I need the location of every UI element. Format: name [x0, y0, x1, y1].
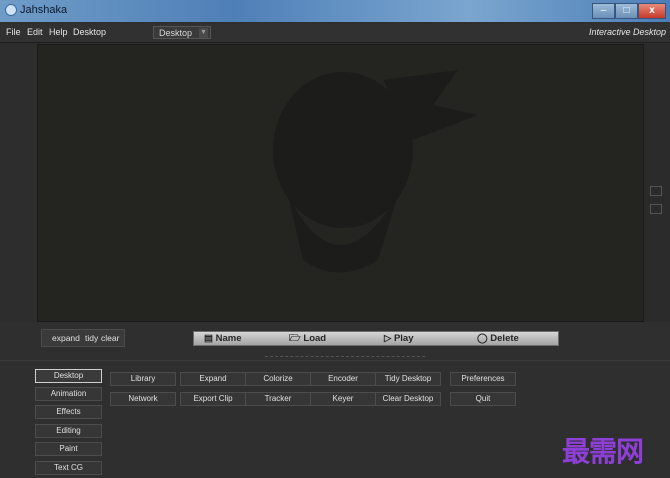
menu-bar: File Edit Help Desktop Desktop ▼ Interac… — [0, 24, 670, 43]
tracker-button[interactable]: Tracker — [245, 392, 311, 406]
jahshaka-logo-background — [273, 70, 478, 273]
quit-button[interactable]: Quit — [450, 392, 516, 406]
module-desktop[interactable]: Desktop — [35, 369, 102, 383]
delete-circle-icon: ◯ — [477, 333, 488, 344]
minimize-button[interactable]: – — [592, 3, 615, 19]
desktop-control-bar: expand tidy clear ▤ Name 🗁 Load ▷ Play ◯… — [0, 324, 670, 354]
chevron-down-icon: ▼ — [199, 28, 208, 38]
module-editing[interactable]: Editing — [35, 424, 102, 438]
export-clip-button[interactable]: Export Clip — [180, 392, 246, 406]
title-bar: Jahshaka – □ x — [0, 0, 670, 22]
grid-view-icon[interactable] — [650, 186, 662, 196]
expand-button[interactable]: expand — [52, 333, 80, 343]
desktop-select-value: Desktop — [159, 28, 193, 38]
preferences-button[interactable]: Preferences — [450, 372, 516, 386]
left-panel-strip — [0, 44, 37, 322]
keyer-button[interactable]: Keyer — [310, 392, 376, 406]
interactive-desktop-label: Interactive Desktop — [588, 27, 666, 37]
network-button[interactable]: Network — [110, 392, 176, 406]
play-label: Play — [393, 333, 414, 344]
name-label: Name — [215, 333, 242, 344]
module-paint[interactable]: Paint — [35, 442, 102, 456]
play-clip-button[interactable]: ▷ Play — [384, 332, 414, 345]
name-tag-icon: ▤ — [204, 333, 213, 344]
load-label: Load — [303, 333, 327, 344]
module-effects[interactable]: Effects — [35, 405, 102, 419]
menu-edit[interactable]: Edit — [27, 27, 43, 37]
name-clip-button[interactable]: ▤ Name — [204, 332, 242, 345]
play-icon: ▷ — [384, 333, 392, 344]
panel-divider[interactable] — [265, 356, 425, 359]
menu-file[interactable]: File — [6, 27, 21, 37]
folder-icon: 🗁 — [289, 333, 301, 344]
maximize-button[interactable]: □ — [615, 3, 638, 19]
expand-desktop-button[interactable]: Expand — [180, 372, 246, 386]
desktop-select[interactable]: Desktop ▼ — [153, 26, 211, 39]
clear-button[interactable]: clear — [101, 333, 119, 343]
tidy-button[interactable]: tidy — [85, 333, 98, 343]
jahshaka-app-icon — [5, 4, 17, 16]
tidy-desktop-button[interactable]: Tidy Desktop — [375, 372, 441, 386]
delete-clip-button[interactable]: ◯ Delete — [477, 332, 519, 345]
clip-action-bar: ▤ Name 🗁 Load ▷ Play ◯ Delete — [193, 331, 559, 346]
right-panel-strip — [644, 44, 670, 322]
library-button[interactable]: Library — [110, 372, 176, 386]
close-button[interactable]: x — [638, 3, 666, 19]
colorize-button[interactable]: Colorize — [245, 372, 311, 386]
watermark-text: 最需网 — [562, 435, 644, 468]
desktop-viewport[interactable] — [37, 44, 644, 322]
clear-desktop-button[interactable]: Clear Desktop — [375, 392, 441, 406]
load-clip-button[interactable]: 🗁 Load — [289, 332, 326, 345]
module-animation[interactable]: Animation — [35, 387, 102, 401]
menu-help[interactable]: Help — [49, 27, 68, 37]
module-text-cg[interactable]: Text CG — [35, 461, 102, 475]
menu-desktop[interactable]: Desktop — [73, 27, 106, 37]
view-controls: expand tidy clear — [41, 329, 125, 347]
list-view-icon[interactable] — [650, 204, 662, 214]
delete-label: Delete — [490, 333, 519, 344]
window-title: Jahshaka — [20, 4, 68, 16]
encoder-button[interactable]: Encoder — [310, 372, 376, 386]
